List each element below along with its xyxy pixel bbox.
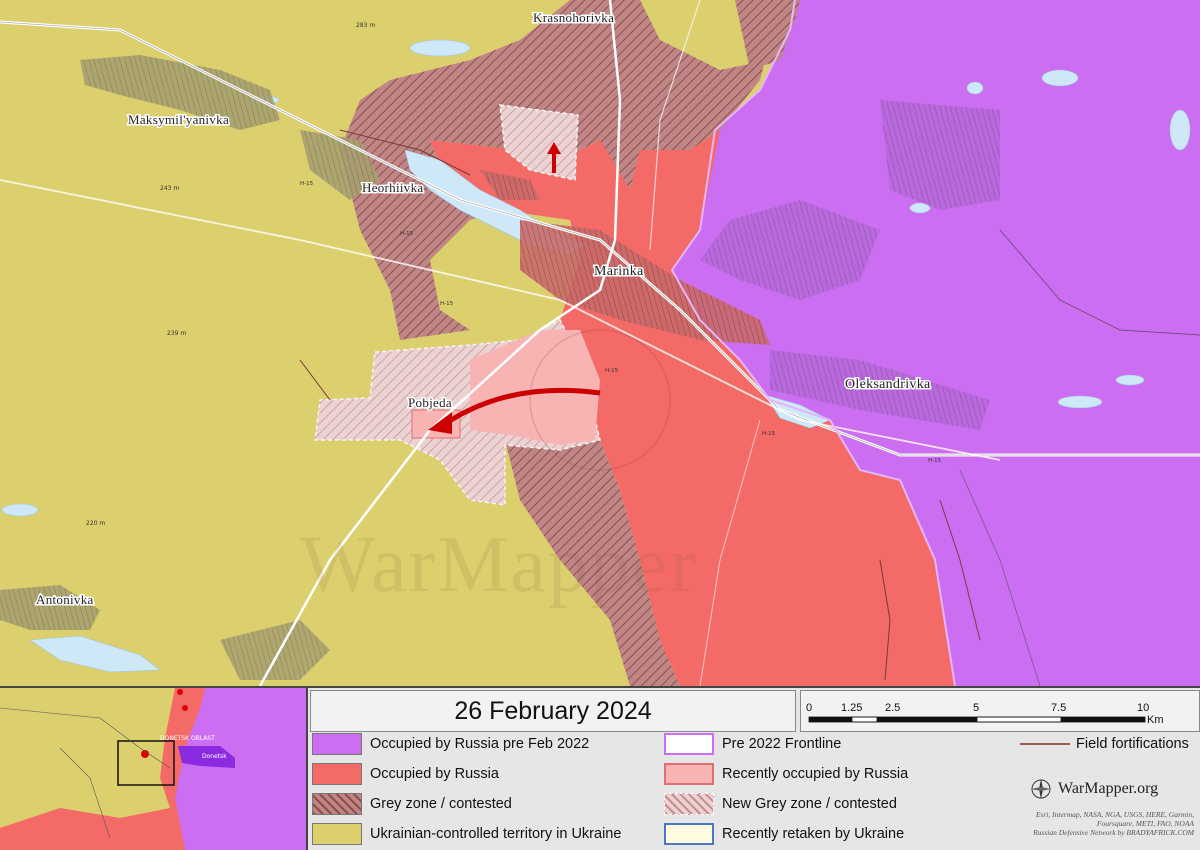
place-label-krasnohorivka[interactable]: Krasnohorivka xyxy=(532,9,616,27)
credits-line: Foursquare, METI, FAO, NOAA xyxy=(1096,819,1194,828)
road-label: H-15 xyxy=(928,458,942,464)
brand-name: WarMapper.org xyxy=(1058,780,1159,797)
credits-line: Esri, Intermap, NASA, NGA, USGS, HERE, G… xyxy=(1035,810,1194,819)
legend-item-grey-zone: Grey zone / contested xyxy=(312,792,512,816)
place-label-heorhiivka[interactable]: Heorhiivka xyxy=(361,179,425,197)
scale-tick: 7.5 xyxy=(1051,702,1066,714)
legend-label: Pre 2022 Frontline xyxy=(722,736,842,752)
fortification-line-swatch xyxy=(1020,743,1070,745)
legend-swatch xyxy=(664,793,714,815)
legend-swatch xyxy=(312,733,362,755)
map-credits: Esri, Intermap, NASA, NGA, USGS, HERE, G… xyxy=(1033,810,1194,837)
legend-item-retaken-ukraine: Recently retaken by Ukraine xyxy=(664,822,904,846)
legend-item-russia-occupied: Occupied by Russia xyxy=(312,762,499,786)
inset-map-canvas: DONETSK OBLAST Donetsk xyxy=(0,688,306,850)
legend-label: Recently retaken by Ukraine xyxy=(722,826,905,842)
watermark-text: WarMapper xyxy=(300,521,699,609)
elevation-label: 239 m xyxy=(167,330,186,337)
legend-label: Occupied by Russia xyxy=(370,766,499,782)
road-label: H-15 xyxy=(605,368,619,374)
legend-panel: DONETSK OBLAST Donetsk 26 February 2024 … xyxy=(0,686,1200,850)
scale-tick: 0 xyxy=(806,702,812,714)
scale-tick: 5 xyxy=(973,702,979,714)
credits-line: Russian Defensive Network by BRADYAFRICK… xyxy=(1033,828,1194,837)
legend-item-new-grey-zone: New Grey zone / contested xyxy=(664,792,897,816)
road-label: H-15 xyxy=(400,231,414,237)
scale-unit: Km xyxy=(1147,714,1164,726)
scale-tick: 1.25 xyxy=(841,702,862,714)
inset-map[interactable]: DONETSK OBLAST Donetsk xyxy=(0,688,308,850)
legend-label: Ukrainian-controlled territory in Ukrain… xyxy=(370,826,622,842)
compass-icon xyxy=(1031,779,1051,799)
scale-tick: 10 xyxy=(1137,702,1149,714)
legend-item-pre2022-frontline: Pre 2022 Frontline xyxy=(664,732,841,756)
road-label: H-15 xyxy=(440,301,454,307)
legend-label: New Grey zone / contested xyxy=(722,796,897,812)
place-label-pobjeda[interactable]: Pobjeda xyxy=(407,394,454,412)
elevation-label: 243 m xyxy=(160,185,179,192)
legend-swatch xyxy=(664,763,714,785)
legend-item-recently-occupied: Recently occupied by Russia xyxy=(664,762,908,786)
place-label-maksymilyanivka[interactable]: Maksymil'yanivka xyxy=(127,111,231,129)
scale-bar: 0 1.25 2.5 5 7.5 10 Km xyxy=(800,690,1200,732)
inset-oblast-label: DONETSK OBLAST xyxy=(160,735,215,742)
legend-label: Grey zone / contested xyxy=(370,796,512,812)
elevation-label: 220 m xyxy=(86,520,105,527)
scale-tick: 2.5 xyxy=(885,702,900,714)
road-label: H-15 xyxy=(762,431,776,437)
elevation-label: 283 m xyxy=(356,22,375,29)
legend-item-fortifications: Field fortifications xyxy=(1020,732,1189,756)
legend-swatch xyxy=(312,823,362,845)
brand[interactable]: WarMapper.org xyxy=(1030,778,1158,800)
place-label-oleksandrivka[interactable]: Oleksandrivka xyxy=(844,376,933,394)
legend-swatch xyxy=(312,793,362,815)
legend-item-ukraine-controlled: Ukrainian-controlled territory in Ukrain… xyxy=(312,822,621,846)
legend-swatch xyxy=(664,823,714,845)
legend-item-russia-pre2022: Occupied by Russia pre Feb 2022 xyxy=(312,732,589,756)
legend-swatch xyxy=(664,733,714,755)
road-label: H-15 xyxy=(300,181,314,187)
date-title-box: 26 February 2024 xyxy=(310,690,796,732)
inset-city-label: Donetsk xyxy=(202,753,227,760)
legend-label: Occupied by Russia pre Feb 2022 xyxy=(370,736,590,752)
place-label-antonivka[interactable]: Antonivka xyxy=(35,591,95,609)
legend-swatch xyxy=(312,763,362,785)
place-label-marinka[interactable]: Marinka xyxy=(593,263,646,281)
legend-label: Field fortifications xyxy=(1076,736,1189,752)
legend-label: Recently occupied by Russia xyxy=(722,766,909,782)
date-title: 26 February 2024 xyxy=(454,696,652,725)
